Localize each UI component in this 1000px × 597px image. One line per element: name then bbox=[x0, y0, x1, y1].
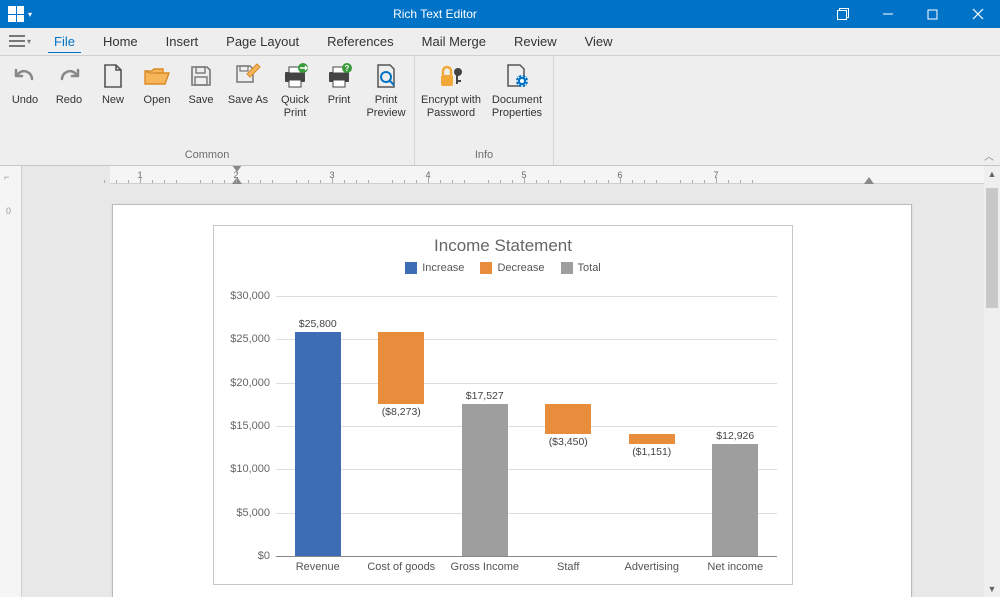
chart-plot-area: $0$5,000$10,000$15,000$20,000$25,000$30,… bbox=[276, 296, 777, 556]
chart-y-tick-label: $15,000 bbox=[230, 420, 270, 432]
chart-bar-net-income bbox=[712, 444, 758, 556]
tab-review[interactable]: Review bbox=[500, 28, 571, 55]
ribbon-tabs: ▾ File Home Insert Page Layout Reference… bbox=[0, 28, 1000, 56]
app-button[interactable]: ▾ bbox=[0, 28, 40, 55]
print-preview-icon bbox=[372, 62, 400, 90]
chart-bar-label: $12,926 bbox=[695, 430, 775, 442]
chart-bar-label: ($3,450) bbox=[528, 436, 608, 448]
legend-increase: Increase bbox=[405, 262, 464, 274]
chart-bar-label: $17,527 bbox=[445, 390, 525, 402]
app-menu-dropdown[interactable]: ▾ bbox=[28, 10, 32, 19]
document-properties-button[interactable]: Document Properties bbox=[485, 60, 549, 122]
chart-title: Income Statement bbox=[214, 226, 792, 262]
chart-bar-gross-income bbox=[462, 404, 508, 556]
scroll-up-button[interactable]: ▲ bbox=[984, 166, 1000, 182]
minimize-button[interactable] bbox=[865, 0, 910, 28]
save-as-icon bbox=[234, 62, 262, 90]
chart-bar-revenue bbox=[295, 332, 341, 556]
titlebar: ▾ Rich Text Editor bbox=[0, 0, 1000, 28]
new-file-icon bbox=[99, 62, 127, 90]
open-folder-icon bbox=[143, 62, 171, 90]
doc-properties-icon bbox=[503, 62, 531, 90]
quick-print-button[interactable]: Quick Print bbox=[274, 60, 316, 122]
ribbon-group-label-common: Common bbox=[4, 147, 410, 163]
svg-text:?: ? bbox=[345, 64, 350, 73]
tab-view[interactable]: View bbox=[571, 28, 627, 55]
tab-file[interactable]: File bbox=[40, 28, 89, 55]
ribbon-group-label-info: Info bbox=[419, 147, 549, 163]
restore-down-button[interactable] bbox=[820, 0, 865, 28]
vertical-ruler: ⌐ 0 bbox=[0, 166, 22, 597]
redo-icon bbox=[55, 62, 83, 90]
chart-x-label: Cost of goods bbox=[360, 561, 444, 573]
chart-y-tick-label: $25,000 bbox=[230, 333, 270, 345]
tab-references[interactable]: References bbox=[313, 28, 407, 55]
chart-y-tick-label: $0 bbox=[258, 550, 270, 562]
chart-x-label: Revenue bbox=[276, 561, 360, 573]
vertical-scrollbar[interactable]: ▲ ▼ bbox=[984, 166, 1000, 597]
legend-decrease: Decrease bbox=[480, 262, 544, 274]
new-button[interactable]: New bbox=[92, 60, 134, 109]
ribbon: Undo Redo New Open Save Save As bbox=[0, 56, 1000, 166]
ruler-right-indent[interactable] bbox=[864, 177, 874, 184]
chart-y-tick-label: $30,000 bbox=[230, 290, 270, 302]
tab-home[interactable]: Home bbox=[89, 28, 152, 55]
chart-y-tick-label: $10,000 bbox=[230, 463, 270, 475]
maximize-button[interactable] bbox=[910, 0, 955, 28]
chart-x-label: Gross Income bbox=[443, 561, 527, 573]
undo-button[interactable]: Undo bbox=[4, 60, 46, 109]
encrypt-password-button[interactable]: Encrypt with Password bbox=[419, 60, 483, 122]
chart-bar-staff bbox=[545, 404, 591, 434]
print-preview-button[interactable]: Print Preview bbox=[362, 60, 410, 122]
tab-page-layout[interactable]: Page Layout bbox=[212, 28, 313, 55]
chart-income-statement[interactable]: Income Statement Increase Decrease Total… bbox=[213, 225, 793, 585]
save-as-button[interactable]: Save As bbox=[224, 60, 272, 109]
chart-x-label: Advertising bbox=[610, 561, 694, 573]
scroll-down-button[interactable]: ▼ bbox=[984, 581, 1000, 597]
ribbon-collapse-button[interactable]: ︿ bbox=[984, 148, 994, 163]
chart-x-label: Net income bbox=[694, 561, 778, 573]
close-button[interactable] bbox=[955, 0, 1000, 28]
horizontal-ruler: 1234567 bbox=[110, 166, 984, 184]
document-page[interactable]: Income Statement Increase Decrease Total… bbox=[112, 204, 912, 597]
chart-bar-label: ($1,151) bbox=[612, 446, 692, 458]
save-button[interactable]: Save bbox=[180, 60, 222, 109]
quick-print-icon bbox=[281, 62, 309, 90]
workspace: ⌐ 0 1234567 ▲ ▼ Income Statement Increas… bbox=[0, 166, 1000, 597]
redo-button[interactable]: Redo bbox=[48, 60, 90, 109]
print-button[interactable]: ? Print bbox=[318, 60, 360, 109]
chart-legend: Increase Decrease Total bbox=[214, 262, 792, 280]
legend-total: Total bbox=[561, 262, 601, 274]
chart-x-label: Staff bbox=[527, 561, 611, 573]
open-button[interactable]: Open bbox=[136, 60, 178, 109]
chart-y-tick-label: $20,000 bbox=[230, 377, 270, 389]
undo-icon bbox=[11, 62, 39, 90]
scroll-thumb[interactable] bbox=[986, 188, 998, 308]
app-icon[interactable] bbox=[8, 6, 24, 22]
chart-bar-advertising bbox=[629, 434, 675, 444]
window-title: Rich Text Editor bbox=[50, 7, 820, 21]
chart-bar-label: $25,800 bbox=[278, 318, 358, 330]
tab-insert[interactable]: Insert bbox=[152, 28, 213, 55]
chart-bar-label: ($8,273) bbox=[361, 406, 441, 418]
chart-y-tick-label: $5,000 bbox=[236, 507, 270, 519]
save-icon bbox=[187, 62, 215, 90]
chart-bar-cost-of-goods bbox=[378, 332, 424, 404]
tab-mail-merge[interactable]: Mail Merge bbox=[408, 28, 500, 55]
lock-key-icon bbox=[437, 62, 465, 90]
print-icon: ? bbox=[325, 62, 353, 90]
